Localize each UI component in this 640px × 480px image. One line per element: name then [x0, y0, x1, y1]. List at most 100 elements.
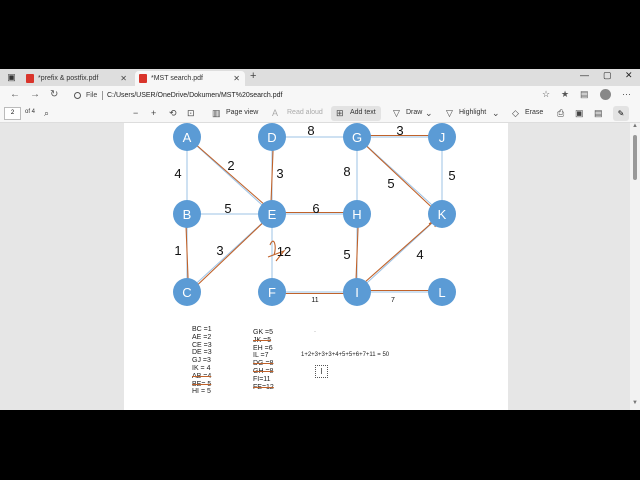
pin-icon[interactable]: ✎ — [613, 106, 629, 121]
node-label: D — [267, 130, 276, 145]
add-text-button[interactable]: Add text — [350, 109, 376, 116]
weight-entry: CE =3 — [192, 341, 212, 349]
page-view-button[interactable]: Page view — [226, 109, 258, 116]
weight-entry: HI = 5 — [192, 388, 211, 396]
weight-entry: BC =1 — [192, 326, 212, 333]
favorites-icon[interactable]: ★ — [561, 89, 569, 100]
pdf-toolbar: 2 of 4 ⌕ − + ⟲ ⊡ ▥ Page view A Read alou… — [0, 105, 640, 123]
url-text: C:/Users/USER/OneDrive/Dokumen/MST%20sea… — [107, 92, 283, 99]
node-label: K — [438, 207, 447, 222]
weight-entry: GK =5 — [253, 329, 274, 336]
pdf-icon — [139, 74, 147, 83]
edge-weight-ab: 4 — [174, 166, 181, 181]
mst-stroke-gk — [358, 138, 441, 216]
edge-weight-eh: 6 — [312, 201, 319, 216]
draw-icon[interactable]: ▽ — [393, 108, 400, 119]
pdf-page[interactable]: A D G J B E H K C F I L 4 2 3 8 3 8 5 5 5 6 1 3 12 5 4 11 7 BC =1 AE… — [124, 123, 508, 410]
add-text-icon[interactable]: ⊞ — [336, 108, 344, 119]
fit-page-icon[interactable]: ⊡ — [187, 108, 195, 119]
scroll-up-icon[interactable]: ▲ — [632, 123, 638, 129]
new-tab-icon[interactable]: + — [250, 70, 256, 82]
print-icon[interactable]: ⎙ — [557, 108, 564, 119]
page-count: of 4 — [25, 109, 36, 115]
scrollbar[interactable]: ▲ ▼ — [630, 123, 640, 410]
minimize-icon[interactable]: — — [580, 70, 589, 80]
url-field[interactable]: File C:/Users/USER/OneDrive/Dokumen/MST%… — [70, 88, 550, 103]
close-window-icon[interactable]: ✕ — [625, 70, 633, 81]
page-number-input[interactable]: 2 — [4, 107, 21, 120]
maximize-icon[interactable]: ▢ — [603, 70, 612, 81]
more-icon[interactable]: ⋯ — [622, 89, 631, 100]
divider — [102, 91, 103, 100]
edge-weight-ce: 3 — [216, 243, 223, 258]
graph-diagram: A D G J B E H K C F I L 4 2 3 8 3 8 5 5 5 6 1 3 12 5 4 11 7 — [173, 123, 456, 306]
weights-list-right: GK =5 JK =5 EH =6 IL =7 DG =8 GH =8 FI=11 FE=12 — [253, 329, 274, 391]
back-icon[interactable]: ← — [10, 89, 20, 100]
close-icon[interactable]: ✕ — [120, 71, 127, 86]
forward-icon[interactable]: → — [30, 89, 40, 100]
edge-weight-be: 5 — [224, 201, 231, 216]
weight-entry: IL =7 — [253, 352, 269, 360]
edge-weight-fi: 11 — [311, 297, 318, 304]
pdf-viewer: A D G J B E H K C F I L 4 2 3 8 3 8 5 5 5 6 1 3 12 5 4 11 7 BC =1 AE… — [0, 123, 640, 410]
rotate-icon[interactable]: ⟲ — [169, 108, 177, 119]
search-icon[interactable]: ⌕ — [44, 108, 49, 119]
address-bar: ← → ↻ File C:/Users/USER/OneDrive/Dokume… — [0, 86, 640, 105]
collections-icon[interactable]: ▤ — [580, 89, 589, 100]
tab-actions-icon[interactable]: ▣ — [6, 72, 17, 82]
info-icon[interactable] — [74, 92, 81, 99]
edge-weight-bc: 1 — [174, 243, 181, 258]
weight-entry: BE= 5 — [192, 380, 212, 388]
scroll-thumb[interactable] — [633, 135, 637, 180]
node-label: I — [355, 285, 359, 300]
node-label: G — [352, 130, 362, 145]
weight-entry: FE=12 — [253, 383, 274, 391]
eraser-icon[interactable]: ◇ — [512, 108, 519, 119]
chevron-down-icon[interactable]: ⌄ — [425, 108, 433, 119]
node-label: B — [183, 207, 192, 222]
weight-entry: IK = 4 — [192, 364, 211, 372]
edge-weight-gk: 5 — [387, 176, 394, 191]
tab-title: *MST search.pdf — [151, 75, 204, 82]
zoom-out-icon[interactable]: − — [133, 108, 138, 118]
weight-entry: FI=11 — [253, 375, 271, 383]
tab-strip: ▣ *prefix & postfix.pdf ✕ *MST search.pd… — [0, 69, 640, 86]
refresh-icon[interactable]: ↻ — [50, 89, 58, 100]
highlight-button[interactable]: Highlight — [459, 109, 486, 116]
edge-weight-gj: 3 — [396, 123, 403, 138]
tab-mst-search[interactable]: *MST search.pdf ✕ — [135, 71, 245, 86]
node-label: H — [352, 207, 361, 222]
weights-list-left: BC =1 AE =2 CE =3 DE =3 GJ =3 IK = 4 AB =4 BE= … — [192, 326, 212, 396]
scroll-down-icon[interactable]: ▼ — [632, 400, 638, 406]
edge-weight-hi: 5 — [343, 247, 350, 262]
favorite-icon[interactable]: ☆ — [542, 89, 550, 100]
page-view-icon[interactable]: ▥ — [212, 108, 221, 119]
weight-entry: GJ =3 — [192, 357, 211, 365]
zoom-in-icon[interactable]: + — [151, 108, 156, 118]
edge-weight-ae: 2 — [227, 158, 234, 173]
read-aloud-icon: A — [272, 108, 279, 118]
node-label: F — [268, 285, 276, 300]
node-label: C — [182, 285, 191, 300]
mst-stroke-ce — [188, 215, 271, 294]
save-icon[interactable]: ▣ — [575, 108, 584, 119]
avatar[interactable] — [600, 89, 611, 100]
weight-entry: GH =8 — [253, 367, 274, 375]
weight-entry: AB =4 — [192, 372, 212, 380]
draw-button[interactable]: Draw — [406, 109, 422, 116]
highlight-icon[interactable]: ▽ — [446, 108, 453, 119]
weight-entry: AE =2 — [192, 333, 212, 341]
save-as-icon[interactable]: ▤ — [594, 108, 603, 119]
edge-weight-de: 3 — [276, 166, 283, 181]
weight-entry: DE =3 — [192, 349, 212, 357]
edge-weight-gh: 8 — [343, 164, 350, 179]
mst-stroke-ik — [355, 212, 444, 291]
sum-text: 1+2+3+3+3+4+5+5+6+7+11 = 50 — [301, 352, 390, 358]
node-label: L — [438, 285, 445, 300]
text-cursor-box[interactable]: I — [315, 365, 328, 378]
tab-prefix-postfix[interactable]: *prefix & postfix.pdf ✕ — [22, 71, 132, 86]
edge-weight-ik: 4 — [416, 247, 423, 262]
chevron-down-icon[interactable]: ⌄ — [492, 108, 500, 119]
erase-button[interactable]: Erase — [525, 109, 543, 116]
close-icon[interactable]: ✕ — [233, 71, 240, 86]
